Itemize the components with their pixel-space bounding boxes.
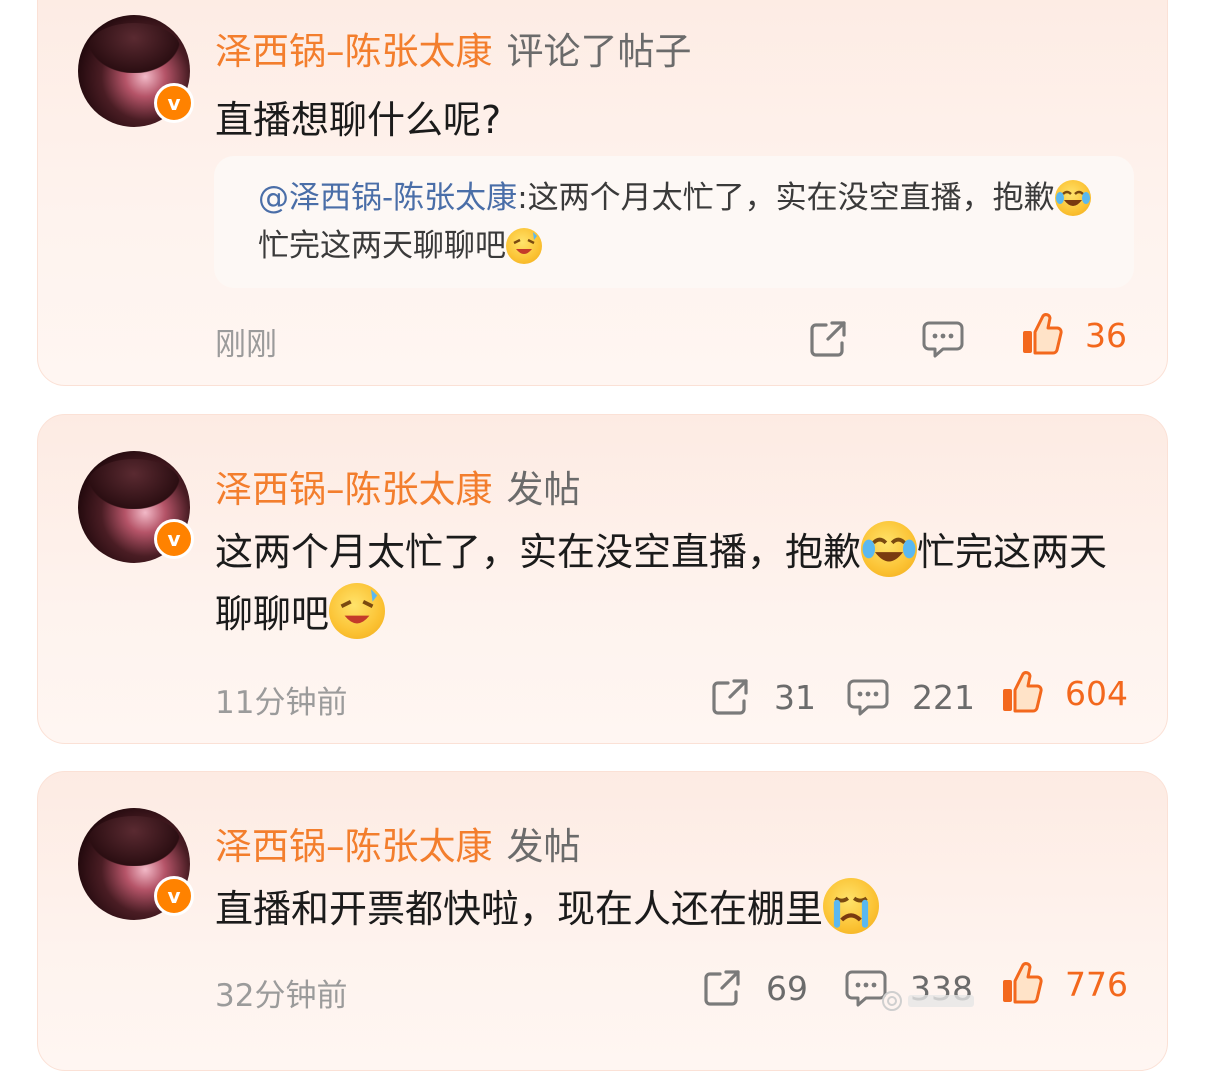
verified-badge-icon: v (154, 83, 194, 123)
comment-button[interactable]: 221 (846, 677, 975, 717)
author-name[interactable]: 泽西锅–陈张太康 (215, 825, 493, 868)
like-button[interactable]: 776 (1001, 962, 1128, 1006)
crying-emoji (823, 878, 880, 934)
post-action: 发帖 (506, 468, 581, 511)
comment-count: 221 (912, 677, 975, 717)
thumbs-up-icon (1003, 962, 1043, 1004)
post-text-part: 直播和开票都快啦，现在人还在棚里 (215, 887, 824, 931)
post-time: 32分钟前 (215, 978, 348, 1014)
share-button[interactable]: 69 (702, 968, 808, 1008)
thumbs-up-icon (1003, 671, 1043, 713)
avatar[interactable]: v (78, 451, 194, 563)
avatar[interactable]: v (78, 15, 194, 127)
thumbs-up-icon (1023, 313, 1063, 355)
laugh-cry-emoji (861, 521, 918, 577)
post-text: 这两个月太忙了，实在没空直播，抱歉 忙完这两天聊聊吧 (215, 521, 1135, 645)
avatar[interactable]: v (78, 808, 194, 920)
share-icon (704, 970, 740, 1006)
post-action: 评论了帖子 (506, 30, 692, 73)
post-action: 发帖 (506, 825, 581, 868)
share-icon (810, 321, 846, 357)
comment-icon (847, 679, 889, 716)
author-line: 泽西锅–陈张太康 发帖 (215, 816, 581, 870)
author-line: 泽西锅–陈张太康 发帖 (215, 459, 581, 513)
excited-emoji (506, 228, 542, 264)
verified-badge-icon: v (154, 519, 194, 559)
avatar-hair (88, 816, 180, 866)
share-button[interactable] (808, 319, 850, 359)
share-count: 69 (766, 968, 808, 1008)
like-count: 604 (1065, 673, 1128, 713)
like-count: 776 (1065, 964, 1128, 1004)
verified-badge-icon: v (154, 876, 194, 916)
quoted-post[interactable]: @泽西锅-陈张太康:这两个月太忙了，实在没空直播，抱歉 忙完这两天聊聊吧 (214, 156, 1134, 288)
post-time: 11分钟前 (215, 685, 348, 721)
watermark-logo (882, 991, 974, 1011)
comment-button[interactable] (921, 319, 965, 359)
share-icon (712, 679, 748, 715)
share-count: 31 (774, 677, 816, 717)
share-button[interactable]: 31 (710, 677, 816, 717)
quote-text: :这两个月太忙了，实在没空直播，抱歉 (517, 180, 1055, 216)
post-text: 直播和开票都快啦，现在人还在棚里 (215, 878, 1135, 940)
avatar-hair (88, 459, 180, 509)
post-time: 刚刚 (215, 327, 277, 363)
post-text-part: 这两个月太忙了，实在没空直播，抱歉 (215, 530, 862, 574)
mention-link[interactable]: @泽西锅-陈张太康 (258, 180, 517, 216)
like-count: 36 (1085, 315, 1127, 355)
post-card[interactable]: v 泽西锅–陈张太康 评论了帖子 直播想聊什么呢? @泽西锅-陈张太康:这两个月太… (37, 0, 1168, 386)
post-card[interactable]: v 泽西锅–陈张太康 发帖 直播和开票都快啦，现在人还在棚里 32分钟前 69 3… (37, 771, 1168, 1071)
author-name[interactable]: 泽西锅–陈张太康 (215, 30, 493, 73)
like-button[interactable]: 604 (1001, 671, 1128, 715)
author-name[interactable]: 泽西锅–陈张太康 (215, 468, 493, 511)
author-line: 泽西锅–陈张太康 评论了帖子 (215, 21, 692, 75)
like-button[interactable]: 36 (1021, 313, 1127, 357)
laugh-cry-emoji (1054, 180, 1091, 216)
quote-text-2: 忙完这两天聊聊吧 (258, 228, 506, 264)
post-card[interactable]: v 泽西锅–陈张太康 发帖 这两个月太忙了，实在没空直播，抱歉 忙完这两天聊聊吧 … (37, 414, 1168, 744)
post-text: 直播想聊什么呢? (215, 98, 502, 142)
comment-icon (922, 321, 964, 358)
avatar-hair (88, 23, 180, 73)
excited-emoji (329, 583, 386, 639)
